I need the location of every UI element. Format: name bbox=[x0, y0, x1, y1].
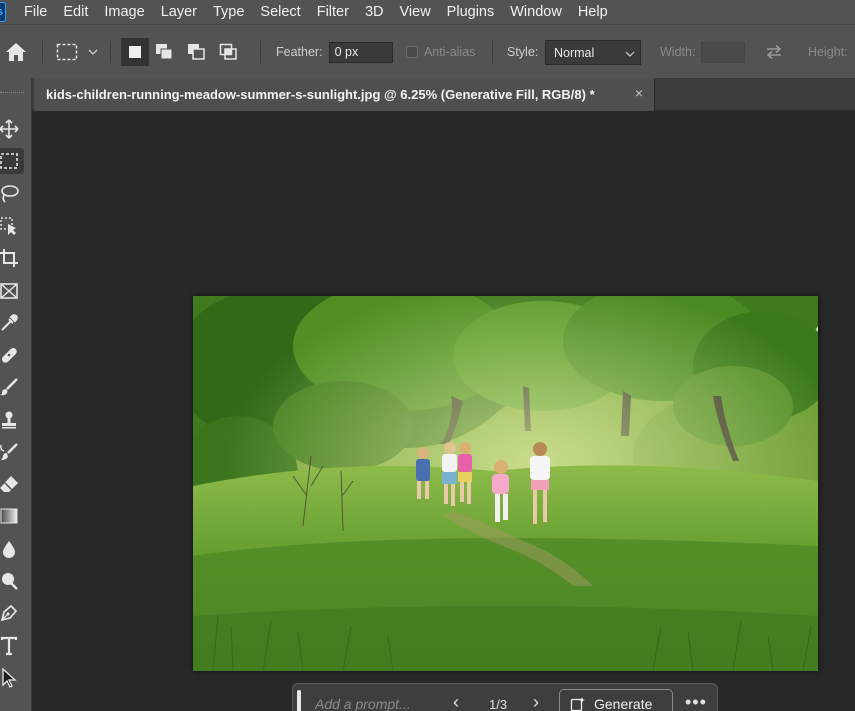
feather-input[interactable] bbox=[328, 41, 393, 63]
type-icon bbox=[0, 636, 18, 656]
dodge-icon bbox=[2, 573, 18, 590]
prompt-input[interactable]: Add a prompt... bbox=[315, 696, 411, 711]
add-to-selection-icon bbox=[156, 44, 173, 60]
contextual-task-bar: Add a prompt... ‹ 1/3 › Generate ••• bbox=[292, 683, 718, 711]
menu-edit[interactable]: Edit bbox=[55, 0, 96, 24]
gradient-tool[interactable] bbox=[0, 503, 24, 529]
menu-filter[interactable]: Filter bbox=[309, 0, 357, 24]
width-label: Width: bbox=[660, 45, 696, 59]
brush-icon bbox=[0, 378, 18, 396]
menu-items: File Edit Image Layer Type Select Filter… bbox=[16, 0, 616, 24]
tools-panel bbox=[0, 78, 32, 711]
document-image[interactable] bbox=[193, 296, 818, 671]
anti-alias-label: Anti-alias bbox=[424, 45, 476, 59]
task-bar-drag-handle[interactable] bbox=[297, 690, 301, 711]
generative-fill-icon bbox=[570, 697, 585, 711]
type-tool[interactable] bbox=[0, 633, 24, 659]
anti-alias-checkbox[interactable] bbox=[406, 46, 418, 58]
crop-tool[interactable] bbox=[0, 245, 24, 271]
home-button[interactable] bbox=[4, 25, 28, 79]
object-selection-icon bbox=[0, 217, 16, 235]
chevron-down-icon bbox=[625, 51, 635, 57]
menu-view[interactable]: View bbox=[392, 0, 439, 24]
menu-window[interactable]: Window bbox=[502, 0, 570, 24]
arrow-cursor-icon bbox=[2, 668, 17, 688]
swap-width-height-button[interactable] bbox=[764, 25, 784, 79]
height-label: Height: bbox=[808, 45, 848, 59]
menu-file[interactable]: File bbox=[16, 0, 55, 24]
marquee-tool[interactable] bbox=[0, 148, 24, 174]
gradient-icon bbox=[0, 508, 18, 524]
menu-3d[interactable]: 3D bbox=[357, 0, 392, 24]
menu-help[interactable]: Help bbox=[570, 0, 616, 24]
menu-layer[interactable]: Layer bbox=[153, 0, 205, 24]
frame-tool[interactable] bbox=[0, 278, 24, 304]
move-icon bbox=[0, 119, 19, 139]
history-brush-icon bbox=[0, 443, 18, 460]
bandage-icon bbox=[1, 347, 17, 363]
lasso-icon bbox=[1, 185, 19, 203]
more-options-icon[interactable]: ••• bbox=[685, 692, 707, 711]
eraser-icon bbox=[0, 476, 18, 492]
chevron-left-icon[interactable]: ‹ bbox=[453, 693, 459, 711]
healing-brush-tool[interactable] bbox=[0, 342, 24, 368]
close-icon[interactable]: × bbox=[632, 86, 646, 100]
tool-preset-picker[interactable] bbox=[56, 25, 100, 79]
menu-type[interactable]: Type bbox=[205, 0, 252, 24]
menu-select[interactable]: Select bbox=[252, 0, 308, 24]
new-selection-button[interactable] bbox=[121, 38, 149, 66]
generate-button-label: Generate bbox=[594, 696, 653, 711]
rectangular-marquee-icon bbox=[56, 43, 78, 61]
lasso-tool[interactable] bbox=[0, 181, 24, 207]
swap-arrows-icon bbox=[766, 44, 782, 60]
width-input[interactable] bbox=[701, 41, 746, 63]
menu-image[interactable]: Image bbox=[96, 0, 152, 24]
add-to-selection-button[interactable] bbox=[149, 38, 181, 66]
blur-drop-icon bbox=[3, 541, 15, 558]
options-bar: Feather: Anti-alias Style: Normal Width:… bbox=[0, 24, 855, 78]
panel-grip[interactable] bbox=[0, 92, 24, 95]
style-label: Style: bbox=[507, 45, 539, 59]
photoshop-logo-icon: Ps bbox=[0, 2, 6, 22]
eyedropper-tool[interactable] bbox=[0, 310, 24, 336]
document-tab-bar: kids-children-running-meadow-summer-s-su… bbox=[32, 78, 855, 111]
new-selection-icon bbox=[129, 46, 141, 58]
pen-tool[interactable] bbox=[0, 600, 24, 626]
history-brush-tool[interactable] bbox=[0, 439, 24, 465]
move-tool[interactable] bbox=[0, 116, 24, 142]
blur-tool[interactable] bbox=[0, 536, 24, 562]
document-tab[interactable]: kids-children-running-meadow-summer-s-su… bbox=[34, 78, 655, 111]
subtract-from-selection-button[interactable] bbox=[181, 38, 213, 66]
clone-stamp-tool[interactable] bbox=[0, 407, 24, 433]
feather-label: Feather: bbox=[276, 45, 323, 59]
document-tab-title: kids-children-running-meadow-summer-s-su… bbox=[46, 87, 595, 102]
generate-button[interactable]: Generate bbox=[559, 689, 673, 711]
home-icon bbox=[6, 43, 26, 61]
subtract-from-selection-icon bbox=[188, 44, 205, 60]
variation-counter: 1/3 bbox=[489, 697, 508, 711]
crop-icon bbox=[0, 249, 18, 267]
meadow-photo bbox=[193, 296, 818, 671]
dodge-tool[interactable] bbox=[0, 568, 24, 594]
chevron-right-icon[interactable]: › bbox=[533, 693, 539, 711]
eraser-tool[interactable] bbox=[0, 471, 24, 497]
pen-icon bbox=[0, 604, 18, 622]
style-select-value: Normal bbox=[554, 45, 595, 60]
stamp-icon bbox=[2, 411, 16, 429]
rectangular-marquee-icon bbox=[0, 153, 18, 169]
brush-tool[interactable] bbox=[0, 374, 24, 400]
menu-plugins[interactable]: Plugins bbox=[439, 0, 503, 24]
path-selection-tool[interactable] bbox=[0, 665, 24, 691]
object-selection-tool[interactable] bbox=[0, 213, 24, 239]
intersect-selection-icon bbox=[219, 43, 237, 60]
chevron-down-icon bbox=[88, 49, 98, 55]
menu-bar: Ps File Edit Image Layer Type Select Fil… bbox=[0, 0, 855, 24]
intersect-selection-button[interactable] bbox=[213, 38, 245, 66]
eyedropper-icon bbox=[1, 314, 18, 331]
style-select[interactable]: Normal bbox=[545, 39, 641, 65]
frame-icon bbox=[0, 283, 18, 299]
